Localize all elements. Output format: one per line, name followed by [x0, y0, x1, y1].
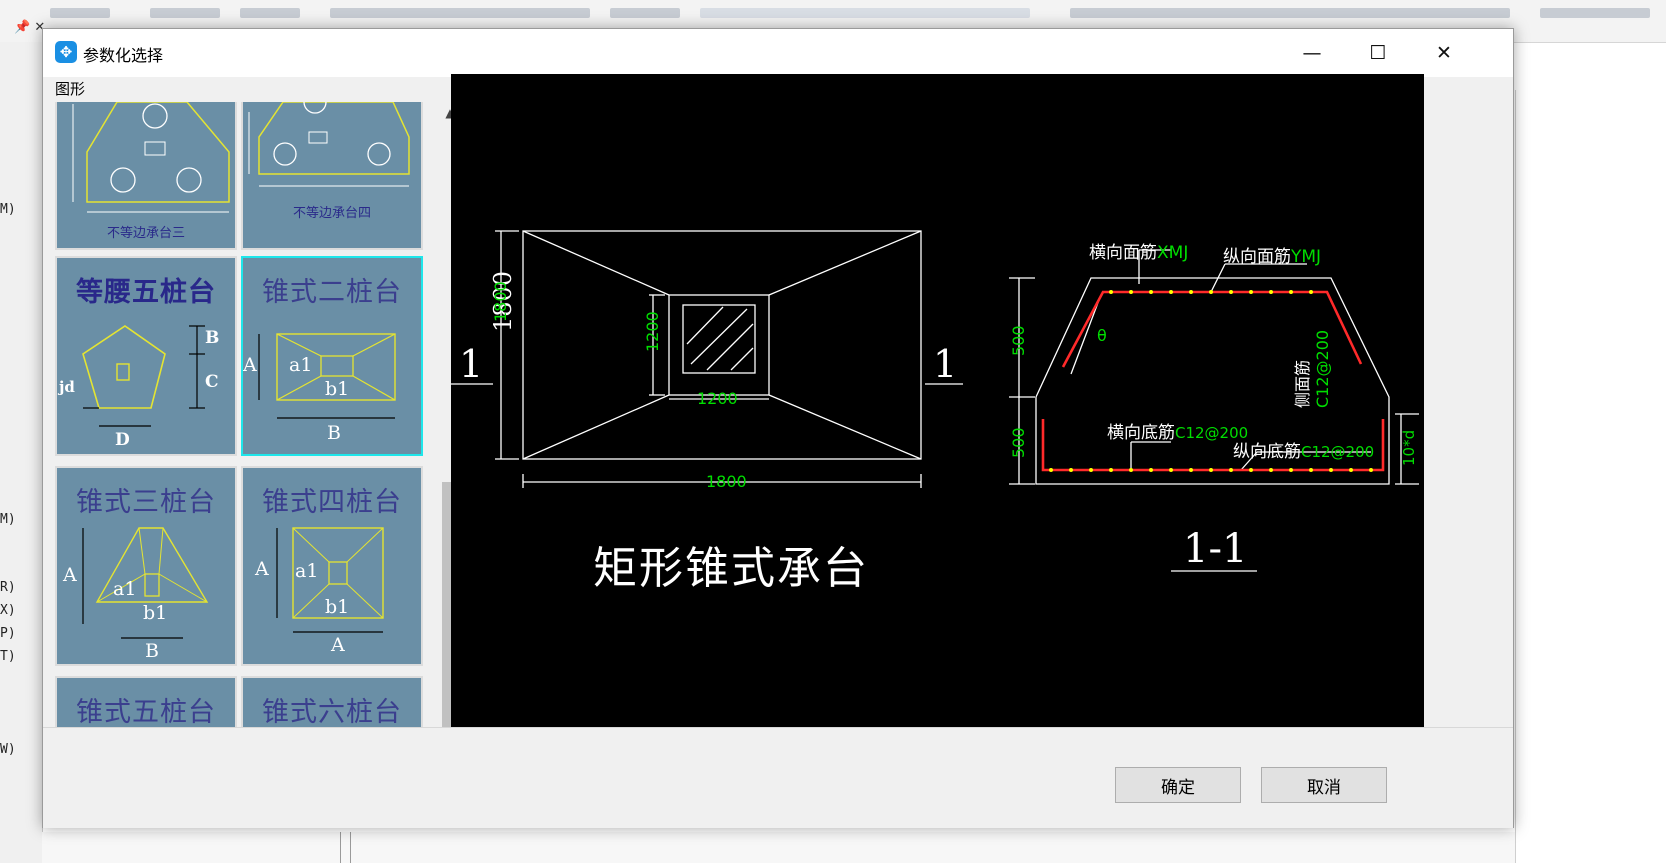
- left-key-label: R): [0, 580, 16, 595]
- section-dim-right: 10*d: [1400, 429, 1418, 466]
- ok-button[interactable]: 确定: [1115, 767, 1241, 803]
- section-mark-right: 1: [933, 342, 958, 386]
- top-rebar-y-name: 纵向面筋: [1223, 247, 1291, 267]
- section-angle: θ: [1097, 326, 1107, 345]
- shape-tile-cone-three[interactable]: 锥式三桩台 A a1 b1 B: [55, 466, 237, 666]
- section-mark-left: 1: [459, 342, 484, 386]
- drawing-preview: 1800 1800 1800 1200 1200 1 1 矩形锥式承台 横向面筋…: [451, 74, 1424, 727]
- shape-list[interactable]: 不等边承台三 不等边承台四 等腰五桩台 B C D jd 锥式二桩台 A a1 …: [55, 102, 435, 802]
- section-dim-lower: 500: [1009, 427, 1028, 458]
- bottom-rebar-x-name: 横向底筋: [1107, 423, 1175, 443]
- side-rebar-value: C12@200: [1313, 329, 1332, 408]
- dim-label: b1: [325, 378, 350, 400]
- background-right-panel: [1515, 90, 1666, 863]
- plan-dim-inner-w: 1200: [697, 389, 738, 408]
- background-left-panel: M) M) R) X) P) T) W): [0, 42, 43, 863]
- dim-label: A: [255, 558, 269, 580]
- left-key-label: W): [0, 742, 16, 757]
- dim-label: A: [331, 634, 345, 656]
- unequal-four-diagram: [248, 102, 410, 187]
- side-rebar-label: 侧面筋 C12@200: [1289, 330, 1332, 408]
- dim-label: a1: [295, 560, 319, 582]
- left-key-label: P): [0, 626, 16, 641]
- isosceles-five-diagram: [82, 325, 205, 427]
- top-rebar-x-name: 横向面筋: [1089, 243, 1157, 263]
- top-rebar-y-label: 纵向面筋YMJ: [1223, 242, 1321, 267]
- top-rebar-y-value: YMJ: [1291, 247, 1322, 267]
- top-rebar-x-value: XMJ: [1157, 243, 1189, 263]
- shape-tile-isosceles-five[interactable]: 等腰五桩台 B C D jd: [55, 256, 237, 456]
- cancel-button[interactable]: 取消: [1261, 767, 1387, 803]
- bottom-rebar-y-name: 纵向底筋: [1233, 442, 1301, 462]
- dim-label: a1: [289, 354, 313, 376]
- dim-label: D: [115, 430, 130, 450]
- dim-label: B: [205, 328, 220, 348]
- left-key-label: M): [0, 512, 16, 527]
- cone-three-diagram: [82, 527, 209, 639]
- top-rebar-x-label: 横向面筋XMJ: [1089, 238, 1188, 263]
- dim-label: C: [205, 372, 219, 392]
- bottom-rebar-y-value: C12@200: [1301, 443, 1375, 461]
- shape-tile-cone-two[interactable]: 锥式二桩台 A a1 b1 B: [241, 256, 423, 456]
- plan-title: 矩形锥式承台: [593, 543, 869, 594]
- section-dim-upper: 500: [1009, 325, 1028, 356]
- dim-label: b1: [143, 602, 168, 624]
- plan-dim-outer-w: 1800: [706, 472, 747, 491]
- background-divider: [340, 832, 341, 863]
- background-divider: [350, 832, 351, 863]
- shape-tile-title: 锥式六桩台: [262, 697, 402, 728]
- app-icon: ✥: [55, 41, 77, 63]
- left-key-label: T): [0, 649, 16, 664]
- bottom-rebar-y-label: 纵向底筋C12@200: [1233, 437, 1374, 462]
- left-key-label: M): [0, 202, 16, 217]
- background-bottom-panel: [42, 832, 1515, 863]
- shape-tile-label: 不等边承台四: [292, 206, 371, 221]
- dialog-titlebar[interactable]: ✥ 参数化选择 — ☐ ✕: [43, 29, 1513, 77]
- dim-label: A: [63, 564, 77, 586]
- dim-label: a1: [113, 578, 137, 600]
- dim-label: A: [243, 354, 257, 376]
- dim-label: jd: [59, 378, 75, 396]
- dim-label: B: [327, 422, 341, 444]
- maximize-button[interactable]: ☐: [1345, 29, 1411, 77]
- dim-label: b1: [325, 596, 350, 618]
- section-title: 1-1: [1183, 526, 1248, 572]
- shape-tile-cone-four[interactable]: 锥式四桩台 A a1 b1 A: [241, 466, 423, 666]
- plan-dim-inner-h: 1200: [643, 311, 662, 352]
- parametric-selection-dialog: ✥ 参数化选择 — ☐ ✕ 图形 不等边承台三 不等边承台四 等腰五桩台 B C…: [42, 28, 1514, 828]
- plan-dim-outer-h-text: 1800: [491, 281, 510, 322]
- shape-tile-unequal-three[interactable]: 不等边承台三: [55, 102, 237, 250]
- bottom-rebar-x-label: 横向底筋C12@200: [1107, 418, 1248, 443]
- close-button[interactable]: ✕: [1411, 29, 1477, 77]
- shape-tile-unequal-four[interactable]: 不等边承台四: [241, 102, 423, 250]
- side-rebar-name: 侧面筋: [1293, 359, 1312, 408]
- left-key-label: X): [0, 603, 16, 618]
- dialog-title: 参数化选择: [83, 46, 164, 65]
- shape-panel-label: 图形: [55, 80, 86, 98]
- preview-drawing: [451, 230, 1419, 572]
- dim-label: B: [145, 640, 159, 662]
- minimize-button[interactable]: —: [1279, 29, 1345, 77]
- shape-tile-label: 不等边承台三: [106, 226, 185, 241]
- shape-tile-title: 锥式五桩台: [76, 697, 216, 728]
